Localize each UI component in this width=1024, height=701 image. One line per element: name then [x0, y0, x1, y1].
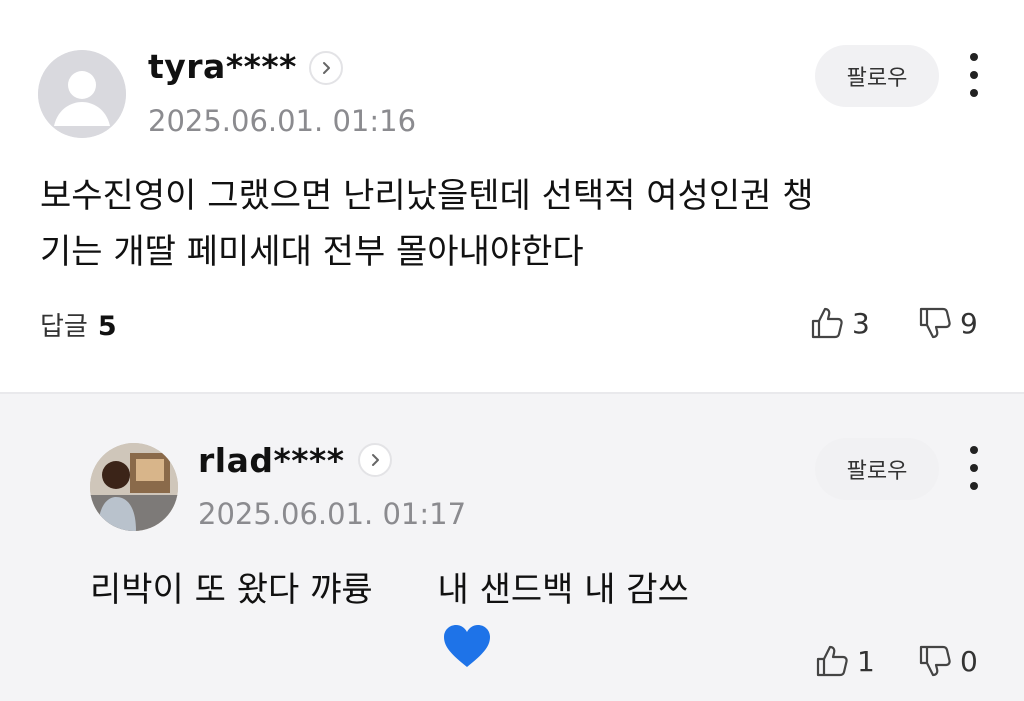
thumbs-down-icon — [918, 644, 952, 678]
chevron-right-icon[interactable] — [358, 443, 392, 477]
replies-count: 5 — [97, 311, 117, 342]
comment-text-line: 기는 개딸 페미세대 전부 몰아내야한다 — [40, 232, 584, 272]
comment-text: 보수진영이 그랬으면 난리났을텐데 선택적 여성인권 챙 기는 개딸 페미세대 … — [40, 168, 813, 280]
username[interactable]: tyra**** — [148, 47, 297, 86]
profile-photo[interactable] — [90, 443, 178, 531]
comment-text-part: 리박이 또 왔다 꺄륭 — [90, 570, 373, 610]
like-button[interactable]: 1 — [815, 644, 875, 678]
thumbs-down-icon — [918, 306, 952, 340]
dislike-button[interactable]: 9 — [918, 306, 978, 340]
thumbs-up-icon — [810, 306, 844, 340]
like-count: 3 — [852, 306, 870, 340]
comment-text-line: 보수진영이 그랬으면 난리났을텐데 선택적 여성인권 챙 — [40, 176, 814, 216]
blue-heart-icon — [377, 567, 490, 667]
username[interactable]: rlad**** — [198, 441, 345, 480]
comment-text-part: 내 샌드백 내 감쓰 — [426, 570, 689, 610]
replies-label: 답글 — [40, 312, 88, 342]
like-count: 1 — [857, 644, 875, 678]
thumbs-up-icon — [815, 644, 849, 678]
dislike-count: 0 — [960, 644, 978, 678]
timestamp: 2025.06.01. 01:17 — [198, 497, 467, 531]
dislike-button[interactable]: 0 — [918, 644, 978, 678]
comment: tyra**** 2025.06.01. 01:16 팔로우 보수진영이 그랬으… — [0, 0, 1024, 392]
more-options-icon[interactable] — [964, 53, 984, 97]
comment-text: 리박이 또 왔다 꺄륭 내 샌드백 내 감쓰 — [90, 562, 689, 667]
replies-button[interactable]: 답글 5 — [40, 306, 117, 343]
like-button[interactable]: 3 — [810, 306, 870, 340]
dislike-count: 9 — [960, 306, 978, 340]
follow-button[interactable]: 팔로우 — [815, 45, 939, 107]
comment-thread: tyra**** 2025.06.01. 01:16 팔로우 보수진영이 그랬으… — [0, 0, 1024, 701]
timestamp: 2025.06.01. 01:16 — [148, 104, 417, 138]
default-profile-icon[interactable] — [38, 50, 126, 138]
chevron-right-icon[interactable] — [309, 51, 343, 85]
follow-button[interactable]: 팔로우 — [815, 438, 939, 500]
more-options-icon[interactable] — [964, 446, 984, 490]
